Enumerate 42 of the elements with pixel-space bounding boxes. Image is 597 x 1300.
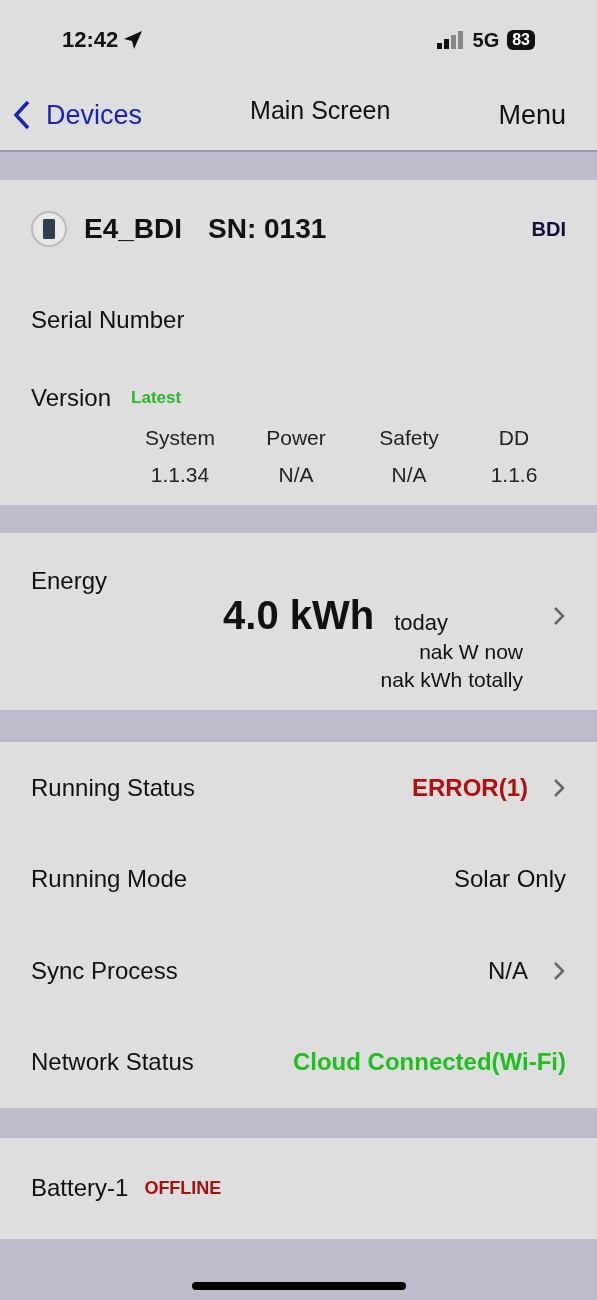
- device-name: E4_BDI: [84, 213, 183, 245]
- status-value: Cloud Connected(Wi-Fi): [292, 1048, 566, 1077]
- battery-level: 83: [507, 30, 535, 50]
- chevron-right-icon[interactable]: [552, 776, 566, 799]
- menu-button[interactable]: Menu: [498, 99, 566, 131]
- version-name: Safety: [379, 426, 439, 450]
- version-value: N/A: [391, 463, 427, 487]
- energy-label: Energy: [31, 567, 109, 595]
- version-name: DD: [498, 426, 530, 450]
- energy-today-unit: today: [394, 609, 448, 636]
- serial-short: SN: 0131: [208, 213, 327, 245]
- version-name: System: [145, 426, 215, 450]
- serial-number-label: Serial Number: [31, 306, 185, 334]
- status-value: ERROR(1): [412, 773, 528, 802]
- version-value: 1.1.6: [490, 463, 538, 487]
- back-chevron-icon: [12, 99, 32, 131]
- device-icon: [30, 210, 68, 248]
- time: 12:42: [62, 27, 119, 53]
- status-label: Running Mode: [31, 865, 188, 894]
- status-value: N/A: [488, 956, 528, 985]
- status-label: Network Status: [31, 1048, 194, 1077]
- chevron-right-icon[interactable]: [552, 959, 566, 982]
- version-value: 1.1.34: [150, 463, 210, 487]
- energy-today-value: 4.0 kWh: [223, 593, 375, 638]
- signal-icon: [436, 31, 465, 49]
- energy-total: nak kWh totally: [379, 667, 524, 693]
- battery-label: Battery-1: [31, 1174, 129, 1202]
- status-value: Solar Only: [453, 865, 566, 894]
- offline-status-label: OFFLINE: [144, 1177, 222, 1199]
- location-arrow-icon: [122, 29, 145, 51]
- screen-title: Main Screen: [250, 95, 391, 125]
- version-label: Version: [31, 384, 112, 412]
- version-name: Power: [266, 426, 326, 450]
- power-now: nak W now: [418, 639, 524, 665]
- latest-label: Latest: [131, 388, 182, 408]
- brand-label: BDI: [531, 217, 566, 241]
- version-value: N/A: [278, 463, 314, 487]
- network-type: 5G: [472, 28, 500, 52]
- chevron-right-icon[interactable]: [552, 604, 566, 627]
- status-label: Sync Process: [31, 956, 178, 985]
- status-label: Running Status: [31, 773, 196, 802]
- back-button[interactable]: Devices: [12, 99, 143, 131]
